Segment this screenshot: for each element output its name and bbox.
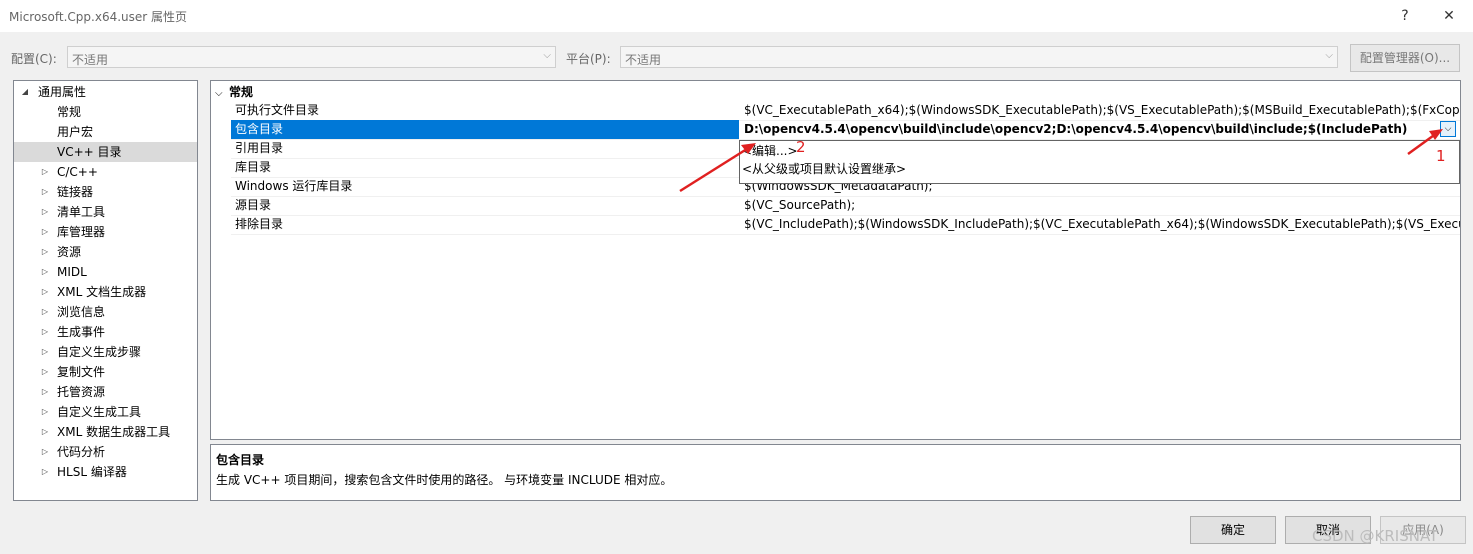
annotation-marker-1: 1 [1436,147,1446,165]
annotation-marker-2: 2 [796,138,806,156]
annotation-arrows [679,129,1443,193]
watermark: CSDN @KRISNAT [1312,527,1439,545]
annotation-arrow-2 [679,145,751,193]
